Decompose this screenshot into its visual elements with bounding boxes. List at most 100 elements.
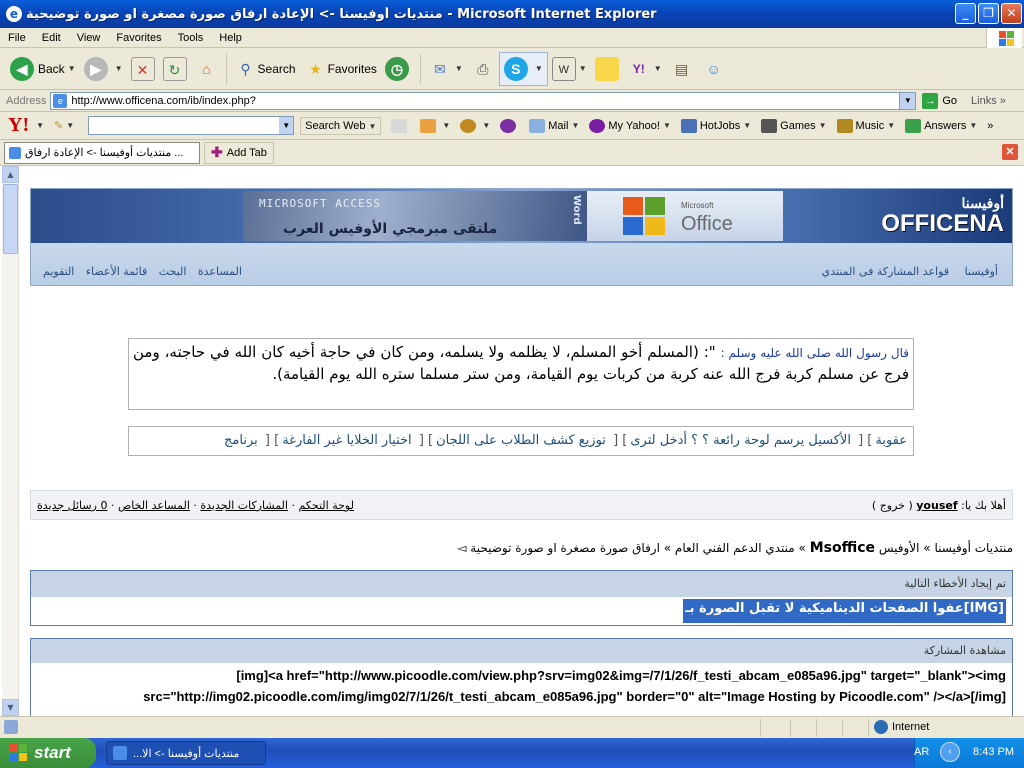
mail-button[interactable]: ✉ ▼: [424, 52, 467, 86]
yahoo-search-input[interactable]: ▼: [88, 116, 295, 135]
answers-icon: [905, 118, 922, 133]
vertical-scrollbar[interactable]: ▲ ▼: [2, 166, 19, 716]
notes-button[interactable]: [591, 52, 623, 86]
home-button[interactable]: ⌂: [191, 52, 223, 86]
favorites-button[interactable]: ★ Favorites: [300, 52, 381, 86]
add-tab-button[interactable]: ✚ Add Tab: [204, 141, 274, 164]
scroll-down-icon[interactable]: ▼: [2, 699, 19, 716]
assistant-link[interactable]: المساعد الخاص: [118, 499, 190, 512]
officena-logo-english: OFFICENA: [881, 210, 1004, 237]
banner-strip: MICROSOFT ACCESS ملتقى مبرمجي الأوفيس ال…: [31, 189, 1012, 243]
close-tab-icon[interactable]: ✕: [1002, 144, 1018, 160]
messenger-y-button[interactable]: [500, 118, 519, 133]
history-button[interactable]: ◷: [381, 52, 417, 86]
music-icon: [836, 118, 853, 133]
topic-link[interactable]: برنامج: [224, 433, 258, 448]
nav-link-members[interactable]: قائمة الأعضاء: [86, 265, 147, 278]
scroll-up-icon[interactable]: ▲: [2, 166, 19, 183]
topic-link[interactable]: اختيار الخلايا غير الفارغة: [282, 433, 411, 448]
globe-button[interactable]: ▼: [460, 118, 490, 133]
new-posts-link[interactable]: المشاركات الجديدة: [200, 499, 288, 512]
close-button[interactable]: ✕: [1001, 3, 1022, 24]
security-zone: Internet: [874, 720, 929, 734]
status-divider: [842, 719, 843, 737]
toolbar-overflow-chevron-icon[interactable]: »: [987, 120, 993, 132]
menu-favorites[interactable]: Favorites: [108, 32, 169, 44]
links-button[interactable]: Links »: [971, 95, 1006, 107]
popup-blocker-button[interactable]: ▼: [420, 118, 450, 133]
nav-link-help[interactable]: المساعدة: [198, 265, 242, 278]
skype-button[interactable]: S ▼: [498, 51, 548, 86]
page-content: ▲ ▼ MICROSOFT ACCESS ملتقى مبرمجي الأوفي…: [0, 166, 1024, 716]
control-panel-link[interactable]: لوحة التحكم: [298, 499, 353, 512]
breadcrumb-item[interactable]: الأوفيس: [879, 541, 920, 555]
quote-intro: قال رسول الله صلى الله عليه وسلم :: [720, 346, 909, 360]
globe-icon: [460, 118, 477, 133]
menu-view[interactable]: View: [69, 32, 109, 44]
games-label: Games: [780, 119, 816, 132]
go-arrow-icon: →: [922, 92, 939, 109]
pencil-icon[interactable]: ✎: [54, 119, 63, 132]
breadcrumb-item[interactable]: منتدي الدعم الفني العام: [675, 541, 795, 555]
stop-button[interactable]: ✕: [127, 52, 159, 86]
games-button[interactable]: Games ▼: [761, 118, 827, 133]
nav-link-search[interactable]: البحث: [159, 265, 187, 278]
music-button[interactable]: Music ▼: [836, 118, 895, 133]
favorites-label: Favorites: [327, 61, 377, 76]
topic-link[interactable]: توزيع كشف الطلاب على اللجان: [436, 433, 606, 448]
answers-button[interactable]: Answers ▼: [905, 118, 977, 133]
refresh-button[interactable]: ↻: [159, 52, 191, 86]
menu-edit[interactable]: Edit: [34, 32, 69, 44]
system-tray: 8:43 PM: [914, 738, 1024, 768]
breadcrumb-item[interactable]: منتديات أوفيسنا: [934, 541, 1013, 555]
research-button[interactable]: ▤: [666, 52, 698, 86]
tray-arrow-icon[interactable]: ‹: [940, 742, 960, 762]
menu-file[interactable]: File: [0, 32, 34, 44]
tab-active[interactable]: منتديات أوفيسنا -> الإعادة ارفاق ...: [4, 141, 200, 164]
windows-flag-icon: [10, 744, 28, 762]
topic-link[interactable]: الأكسيل يرسم لوحة رائعة ؟ ؟ أدخل لترى: [630, 433, 851, 448]
address-dropdown-icon[interactable]: ▼: [899, 92, 916, 109]
my-yahoo-button[interactable]: My Yahoo! ▼: [589, 118, 671, 133]
restore-button[interactable]: ❐: [978, 3, 999, 24]
nav-link-rules[interactable]: قواعد المشاركة فى المنتدي: [822, 265, 949, 278]
language-indicator[interactable]: AR: [914, 746, 929, 758]
welcome-text: أهلا بك يا:: [961, 499, 1006, 512]
officena-logo[interactable]: أوفيسنا OFFICENA: [881, 195, 1004, 236]
nav-right: أوفيسنا قواعد المشاركة فى المنتدي: [816, 265, 1004, 278]
edit-button[interactable]: W ▼: [548, 52, 591, 86]
topic-link[interactable]: عقوبة: [875, 433, 907, 448]
taskbar-window-button[interactable]: ...منتديات أوفيسنا -> الا: [106, 741, 266, 765]
window-title: منتديات أوفيسنا -> الإعادة ارفاق صورة مص…: [26, 6, 657, 22]
forward-button[interactable]: ▶ ▼: [80, 52, 127, 86]
messenger-y-icon: [500, 118, 517, 133]
print-button[interactable]: ⎙: [467, 52, 499, 86]
status-divider: [816, 719, 817, 737]
office-logo: Microsoft Office: [587, 191, 783, 241]
minimize-button[interactable]: _: [955, 3, 976, 24]
back-button[interactable]: ◀ Back ▼: [6, 52, 80, 86]
search-dropdown-icon[interactable]: ▼: [279, 117, 294, 134]
messages-link[interactable]: 0 رسائل جديدة: [37, 499, 107, 512]
menu-tools[interactable]: Tools: [170, 32, 212, 44]
scroll-thumb[interactable]: [3, 184, 18, 254]
search-web-button[interactable]: Search Web ▼: [300, 116, 382, 135]
messenger-button[interactable]: ☺: [698, 52, 730, 86]
start-button[interactable]: start: [0, 738, 96, 768]
breadcrumb-item[interactable]: Msoffice: [810, 540, 875, 556]
username-link[interactable]: yousef: [916, 499, 957, 512]
highlight-button[interactable]: [391, 118, 410, 133]
yahoo-toolbar-button[interactable]: Y! ▼: [623, 52, 666, 86]
clock[interactable]: 8:43 PM: [973, 746, 1014, 758]
nav-link-calendar[interactable]: التقويم: [43, 265, 74, 278]
yahoo-logo[interactable]: Y!: [8, 114, 29, 137]
hotjobs-button[interactable]: HotJobs ▼: [680, 118, 751, 133]
windows-logo-icon: [986, 28, 1022, 48]
nav-link-home[interactable]: أوفيسنا: [965, 265, 998, 278]
logout-link[interactable]: ( خروج ): [872, 499, 913, 512]
search-button[interactable]: ⚲ Search: [230, 52, 300, 86]
yahoo-mail-button[interactable]: Mail ▼: [529, 118, 579, 133]
address-input[interactable]: e http://www.officena.com/ib/index.php? …: [50, 91, 917, 110]
menu-help[interactable]: Help: [211, 32, 250, 44]
go-button[interactable]: → Go: [922, 92, 957, 109]
